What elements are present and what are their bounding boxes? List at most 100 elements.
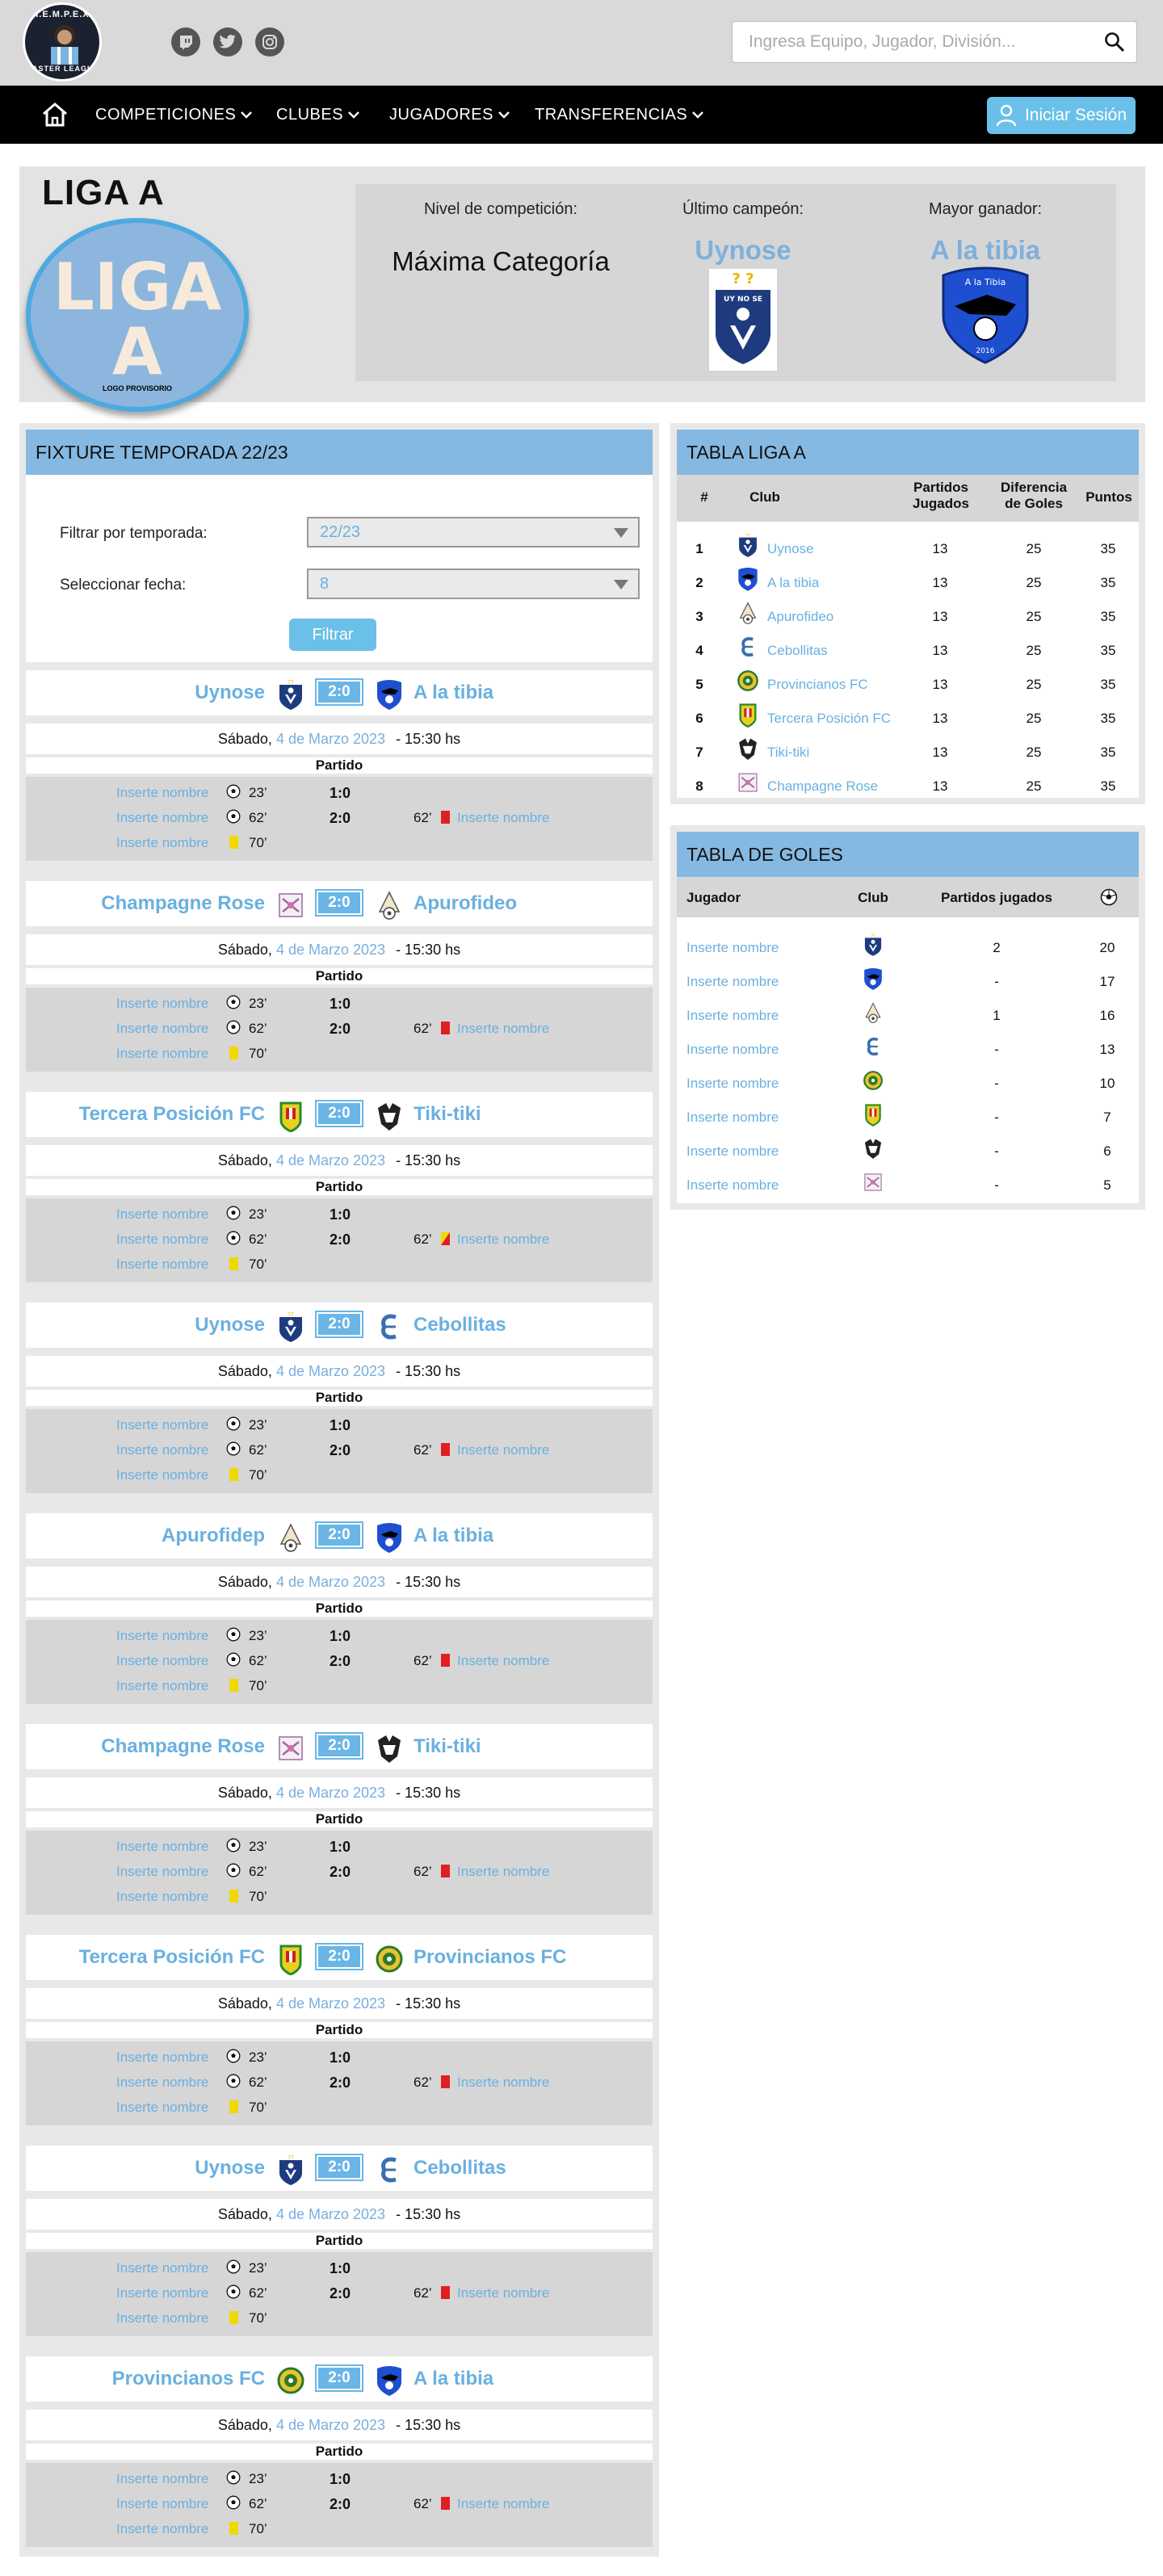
scorer-link[interactable]: Inserte nombre bbox=[116, 1628, 208, 1644]
away-team-link[interactable]: Apurofideo bbox=[414, 881, 653, 926]
scorer-link[interactable]: Inserte nombre bbox=[116, 1231, 208, 1248]
scorer-link[interactable]: Inserte nombre bbox=[116, 1206, 208, 1223]
scorer-link[interactable]: Inserte nombre bbox=[116, 1653, 208, 1669]
booked-player-link[interactable]: Inserte nombre bbox=[457, 2285, 549, 2301]
scorer-link[interactable]: Inserte nombre bbox=[116, 785, 208, 801]
home-team-link[interactable]: Tercera Posición FC bbox=[26, 1935, 265, 1980]
club-link[interactable]: Apurofideo bbox=[767, 609, 921, 625]
date-link[interactable]: 4 de Marzo 2023 bbox=[276, 942, 385, 958]
player-link[interactable]: Inserte nombre bbox=[686, 1042, 824, 1058]
booked-player-link[interactable]: Inserte nombre bbox=[457, 1864, 549, 1880]
booked-player-link[interactable]: Inserte nombre bbox=[116, 1046, 208, 1062]
booked-player-link[interactable]: Inserte nombre bbox=[457, 2496, 549, 2512]
player-link[interactable]: Inserte nombre bbox=[686, 1076, 824, 1092]
top-winner-link[interactable]: A la tibia bbox=[888, 235, 1082, 266]
away-team-link[interactable]: A la tibia bbox=[414, 2356, 653, 2402]
twitter-icon[interactable] bbox=[213, 27, 242, 57]
away-team-link[interactable]: A la tibia bbox=[414, 1513, 653, 1559]
player-link[interactable]: Inserte nombre bbox=[686, 974, 824, 990]
away-team-link[interactable]: Provincianos FC bbox=[414, 1935, 653, 1980]
date-link[interactable]: 4 de Marzo 2023 bbox=[276, 2206, 385, 2222]
nav-clubes[interactable]: CLUBES bbox=[276, 86, 359, 144]
club-link[interactable]: Cebollitas bbox=[767, 643, 921, 659]
scorer-link[interactable]: Inserte nombre bbox=[116, 2075, 208, 2091]
date-link[interactable]: 4 de Marzo 2023 bbox=[276, 1152, 385, 1168]
date-link[interactable]: 4 de Marzo 2023 bbox=[276, 1574, 385, 1590]
date-link[interactable]: 4 de Marzo 2023 bbox=[276, 1785, 385, 1801]
nav-jugadores[interactable]: JUGADORES bbox=[389, 86, 510, 144]
booked-player-link[interactable]: Inserte nombre bbox=[457, 1442, 549, 1458]
away-team-link[interactable]: Tiki-tiki bbox=[414, 1724, 653, 1769]
home-team-link[interactable]: Champagne Rose bbox=[26, 881, 265, 926]
scorer-link[interactable]: Inserte nombre bbox=[116, 2285, 208, 2301]
player-link[interactable]: Inserte nombre bbox=[686, 1143, 824, 1160]
club-link[interactable]: Champagne Rose bbox=[767, 778, 921, 795]
scorer-link[interactable]: Inserte nombre bbox=[116, 1021, 208, 1037]
home-team-link[interactable]: Tercera Posición FC bbox=[26, 1092, 265, 1137]
scorer-link[interactable]: Inserte nombre bbox=[116, 1839, 208, 1855]
club-link[interactable]: Provincianos FC bbox=[767, 677, 921, 693]
date-link[interactable]: 4 de Marzo 2023 bbox=[276, 2417, 385, 2433]
twitch-icon[interactable] bbox=[171, 27, 200, 57]
club-link[interactable]: Tiki-tiki bbox=[767, 745, 921, 761]
match-card: Uynose ?? 2:0 Cebollitas Sábado, 4 de Ma… bbox=[26, 1303, 653, 1495]
scorer-link[interactable]: Inserte nombre bbox=[116, 2471, 208, 2487]
booked-player-link[interactable]: Inserte nombre bbox=[457, 1021, 549, 1037]
home-team-link[interactable]: Uynose bbox=[26, 1303, 265, 1348]
site-logo[interactable]: H.E.M.P.E.X. MASTER LEAGUE bbox=[23, 2, 102, 82]
champion-link[interactable]: Uynose bbox=[654, 235, 832, 266]
home-team-link[interactable]: Uynose bbox=[26, 670, 265, 715]
club-link[interactable]: A la tibia bbox=[767, 575, 921, 591]
scorer-link[interactable]: Inserte nombre bbox=[116, 1417, 208, 1433]
club-link[interactable]: Uynose bbox=[767, 541, 921, 557]
scorer-link[interactable]: Inserte nombre bbox=[116, 2496, 208, 2512]
booked-player-link[interactable]: Inserte nombre bbox=[116, 2521, 208, 2537]
booked-player-link[interactable]: Inserte nombre bbox=[457, 1231, 549, 1248]
booked-player-link[interactable]: Inserte nombre bbox=[116, 2100, 208, 2116]
club-link[interactable]: Tercera Posición FC bbox=[767, 711, 921, 727]
scorer-link[interactable]: Inserte nombre bbox=[116, 996, 208, 1012]
player-link[interactable]: Inserte nombre bbox=[686, 1177, 824, 1194]
scorer-link[interactable]: Inserte nombre bbox=[116, 810, 208, 826]
home-team-link[interactable]: Apurofidep bbox=[26, 1513, 265, 1559]
scorer-link[interactable]: Inserte nombre bbox=[116, 2049, 208, 2066]
date-link[interactable]: 4 de Marzo 2023 bbox=[276, 1363, 385, 1379]
search-icon[interactable] bbox=[1104, 31, 1125, 52]
home-team-link[interactable]: Provincianos FC bbox=[26, 2356, 265, 2402]
soccer-ball-icon bbox=[226, 2259, 241, 2274]
match-date: Sábado, 4 de Marzo 2023 - 15:30 hs bbox=[26, 1777, 653, 1808]
nav-transferencias[interactable]: TRANSFERENCIAS bbox=[535, 86, 704, 144]
instagram-icon[interactable] bbox=[255, 27, 284, 57]
date-link[interactable]: 4 de Marzo 2023 bbox=[276, 1995, 385, 2012]
player-link[interactable]: Inserte nombre bbox=[686, 940, 824, 956]
home-team-link[interactable]: Uynose bbox=[26, 2146, 265, 2191]
home-team-link[interactable]: Champagne Rose bbox=[26, 1724, 265, 1769]
booked-player-link[interactable]: Inserte nombre bbox=[116, 1678, 208, 1694]
away-team-link[interactable]: Cebollitas bbox=[414, 1303, 653, 1348]
nav-competiciones[interactable]: COMPETICIONES bbox=[95, 86, 253, 144]
player-link[interactable]: Inserte nombre bbox=[686, 1110, 824, 1126]
away-team-link[interactable]: Cebollitas bbox=[414, 2146, 653, 2191]
booked-player-link[interactable]: Inserte nombre bbox=[116, 835, 208, 851]
away-team-link[interactable]: Tiki-tiki bbox=[414, 1092, 653, 1137]
scorer-link[interactable]: Inserte nombre bbox=[116, 1864, 208, 1880]
search-input[interactable]: Ingresa Equipo, Jugador, División... bbox=[732, 21, 1137, 63]
booked-player-link[interactable]: Inserte nombre bbox=[116, 1467, 208, 1483]
season-select[interactable]: 22/23 bbox=[307, 517, 640, 548]
home-icon[interactable] bbox=[40, 100, 69, 129]
player-link[interactable]: Inserte nombre bbox=[686, 1008, 824, 1024]
booked-player-link[interactable]: Inserte nombre bbox=[457, 1653, 549, 1669]
date-link[interactable]: 4 de Marzo 2023 bbox=[276, 731, 385, 747]
away-team-link[interactable]: A la tibia bbox=[414, 670, 653, 715]
date-select[interactable]: 8 bbox=[307, 568, 640, 599]
booked-player-link[interactable]: Inserte nombre bbox=[116, 2310, 208, 2326]
booked-player-link[interactable]: Inserte nombre bbox=[116, 1257, 208, 1273]
booked-player-link[interactable]: Inserte nombre bbox=[457, 810, 549, 826]
login-button[interactable]: Iniciar Sesión bbox=[987, 97, 1136, 134]
scorer-link[interactable]: Inserte nombre bbox=[116, 2260, 208, 2276]
booked-player-link[interactable]: Inserte nombre bbox=[457, 2075, 549, 2091]
filter-button[interactable]: Filtrar bbox=[289, 619, 376, 651]
scorer-link[interactable]: Inserte nombre bbox=[116, 1442, 208, 1458]
card-minute: 62’ bbox=[414, 810, 432, 825]
booked-player-link[interactable]: Inserte nombre bbox=[116, 1889, 208, 1905]
